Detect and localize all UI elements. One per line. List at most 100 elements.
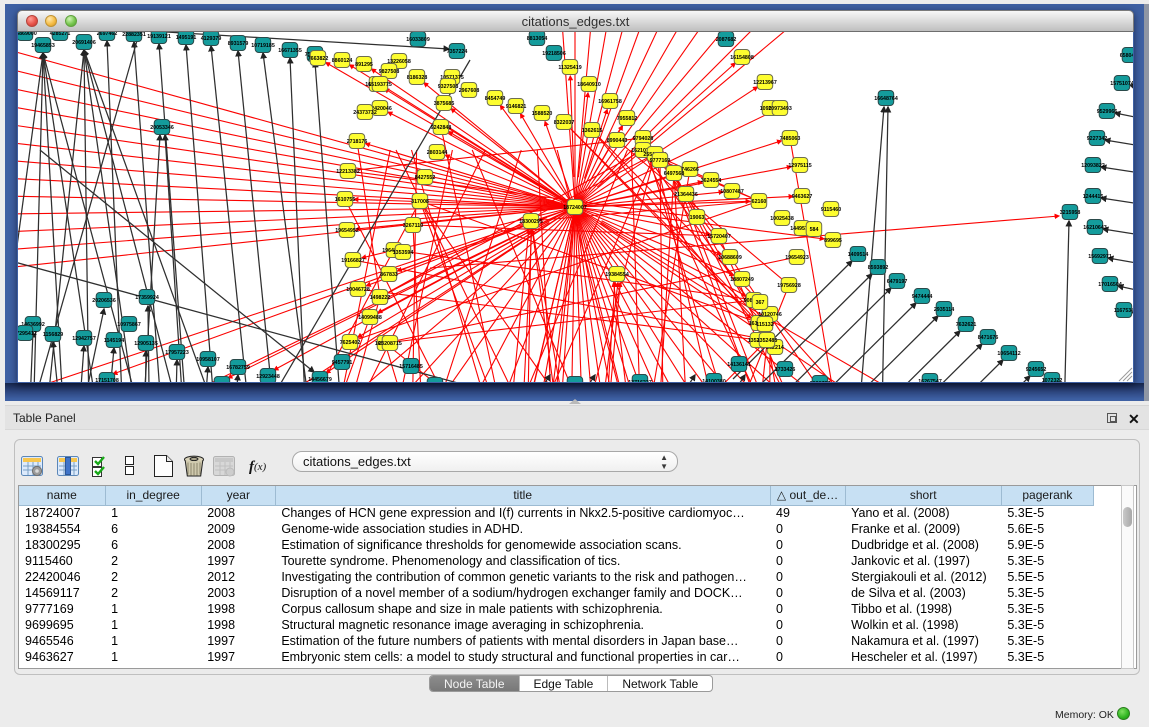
svg-text:10025438: 10025438 xyxy=(770,216,794,222)
svg-text:1409514: 1409514 xyxy=(848,252,869,258)
svg-text:10688609: 10688609 xyxy=(718,255,742,261)
svg-text:4129379: 4129379 xyxy=(201,36,222,42)
svg-text:7663822: 7663822 xyxy=(308,56,329,62)
svg-text:2935114: 2935114 xyxy=(934,307,954,313)
svg-text:1145194: 1145194 xyxy=(104,338,124,344)
svg-text:891295: 891295 xyxy=(355,62,373,68)
svg-text:6479197: 6479197 xyxy=(887,279,908,285)
svg-text:1610755: 1610755 xyxy=(335,197,356,203)
svg-text:23208715: 23208715 xyxy=(378,341,402,347)
svg-text:2087682: 2087682 xyxy=(716,37,737,43)
svg-text:15869000: 15869000 xyxy=(18,32,37,37)
svg-text:2803144: 2803144 xyxy=(427,150,448,156)
svg-text:3267110: 3267110 xyxy=(403,223,423,229)
svg-text:9463627: 9463627 xyxy=(792,194,813,200)
svg-text:20691406: 20691406 xyxy=(72,40,96,46)
svg-text:14100380: 14100380 xyxy=(702,379,726,382)
svg-text:9242848: 9242848 xyxy=(431,125,452,131)
svg-text:6497568: 6497568 xyxy=(664,171,685,177)
svg-text:9529966: 9529966 xyxy=(1097,109,1118,115)
svg-text:15751074: 15751074 xyxy=(1110,81,1133,87)
svg-text:12923448: 12923448 xyxy=(256,374,280,380)
svg-text:16961758: 16961758 xyxy=(598,99,622,105)
svg-text:11325419: 11325419 xyxy=(558,65,581,71)
svg-text:19654923: 19654923 xyxy=(785,255,809,261)
svg-text:9327508: 9327508 xyxy=(438,84,459,90)
svg-text:9474444: 9474444 xyxy=(912,294,933,300)
svg-text:8931579: 8931579 xyxy=(228,41,249,47)
svg-text:19063: 19063 xyxy=(690,215,705,221)
svg-text:14099488: 14099488 xyxy=(358,315,382,321)
svg-text:19166827: 19166827 xyxy=(341,258,365,264)
svg-text:16154808: 16154808 xyxy=(730,55,754,61)
svg-text:10046728: 10046728 xyxy=(346,287,370,293)
svg-text:3624554: 3624554 xyxy=(701,178,722,184)
svg-text:2967608: 2967608 xyxy=(459,88,480,94)
svg-text:18300295: 18300295 xyxy=(519,219,543,225)
svg-text:9827508: 9827508 xyxy=(379,69,400,75)
svg-text:867833: 867833 xyxy=(380,272,398,278)
svg-text:10973493: 10973493 xyxy=(768,106,792,112)
svg-text:1352485: 1352485 xyxy=(757,338,778,344)
svg-text:7357224: 7357224 xyxy=(447,49,468,55)
svg-text:6580474: 6580474 xyxy=(1120,53,1133,59)
svg-text:12213967: 12213967 xyxy=(753,80,777,86)
svg-text:8471676: 8471676 xyxy=(978,335,999,341)
svg-text:8813054: 8813054 xyxy=(527,36,548,42)
svg-text:12213382: 12213382 xyxy=(336,169,360,175)
svg-text:8860124: 8860124 xyxy=(332,58,353,64)
svg-text:7955812: 7955812 xyxy=(617,116,638,122)
svg-text:12093822: 12093822 xyxy=(1081,163,1105,169)
svg-text:19465853: 19465853 xyxy=(31,43,55,49)
svg-text:16648764: 16648764 xyxy=(874,96,898,102)
svg-text:16782759: 16782759 xyxy=(226,365,250,371)
svg-text:16210643: 16210643 xyxy=(1083,225,1107,231)
svg-text:24373732: 24373732 xyxy=(353,110,377,116)
svg-text:19139121: 19139121 xyxy=(147,34,171,40)
svg-text:10654112: 10654112 xyxy=(997,351,1020,357)
svg-text:115132: 115132 xyxy=(756,322,773,328)
svg-text:16671355: 16671355 xyxy=(278,48,302,54)
svg-text:1167534: 1167534 xyxy=(1114,308,1133,314)
svg-text:20053346: 20053346 xyxy=(150,125,174,131)
svg-text:10975867: 10975867 xyxy=(117,322,141,328)
svg-text:19756928: 19756928 xyxy=(777,283,801,289)
svg-text:1498222: 1498222 xyxy=(370,295,391,301)
svg-text:1362615: 1362615 xyxy=(582,128,603,134)
svg-text:12905135: 12905135 xyxy=(134,341,158,347)
svg-text:15720407: 15720407 xyxy=(707,234,731,240)
svg-text:10807487: 10807487 xyxy=(720,189,744,195)
svg-text:22882351: 22882351 xyxy=(122,32,146,38)
svg-text:15692971: 15692971 xyxy=(1088,254,1112,260)
svg-text:8322037: 8322037 xyxy=(554,120,575,126)
svg-text:7632621: 7632621 xyxy=(956,322,977,328)
svg-text:1353594: 1353594 xyxy=(393,250,414,256)
svg-text:16033809: 16033809 xyxy=(406,37,430,43)
svg-text:10958107: 10958107 xyxy=(196,357,220,363)
svg-text:9245652: 9245652 xyxy=(1026,367,1047,373)
svg-text:1495191: 1495191 xyxy=(176,35,197,41)
svg-text:7625402: 7625402 xyxy=(340,340,361,346)
svg-text:8454749: 8454749 xyxy=(485,96,506,102)
svg-text:21364436: 21364436 xyxy=(674,192,698,198)
svg-text:16267547: 16267547 xyxy=(918,379,942,382)
svg-text:19218506: 19218506 xyxy=(542,51,566,57)
svg-text:9115460: 9115460 xyxy=(821,207,841,213)
svg-text:3215958: 3215958 xyxy=(1060,210,1081,216)
svg-text:3875685: 3875685 xyxy=(434,101,455,107)
svg-text:8593892: 8593892 xyxy=(868,265,889,271)
svg-text:8427552: 8427552 xyxy=(415,175,436,181)
svg-text:10719185: 10719185 xyxy=(251,43,275,49)
svg-text:(x): (x) xyxy=(254,461,267,473)
svg-text:19384554: 19384554 xyxy=(605,272,629,278)
svg-text:899695: 899695 xyxy=(824,238,842,244)
svg-text:18724007: 18724007 xyxy=(563,205,587,211)
svg-text:1588520: 1588520 xyxy=(532,111,553,117)
svg-text:2718176: 2718176 xyxy=(347,139,368,145)
svg-text:14136141: 14136141 xyxy=(727,362,751,368)
svg-text:9457791: 9457791 xyxy=(332,360,353,366)
svg-text:7485063: 7485063 xyxy=(780,136,801,142)
svg-text:1156829: 1156829 xyxy=(43,332,63,338)
svg-text:4285271: 4285271 xyxy=(50,32,71,37)
svg-text:18807249: 18807249 xyxy=(730,277,754,283)
